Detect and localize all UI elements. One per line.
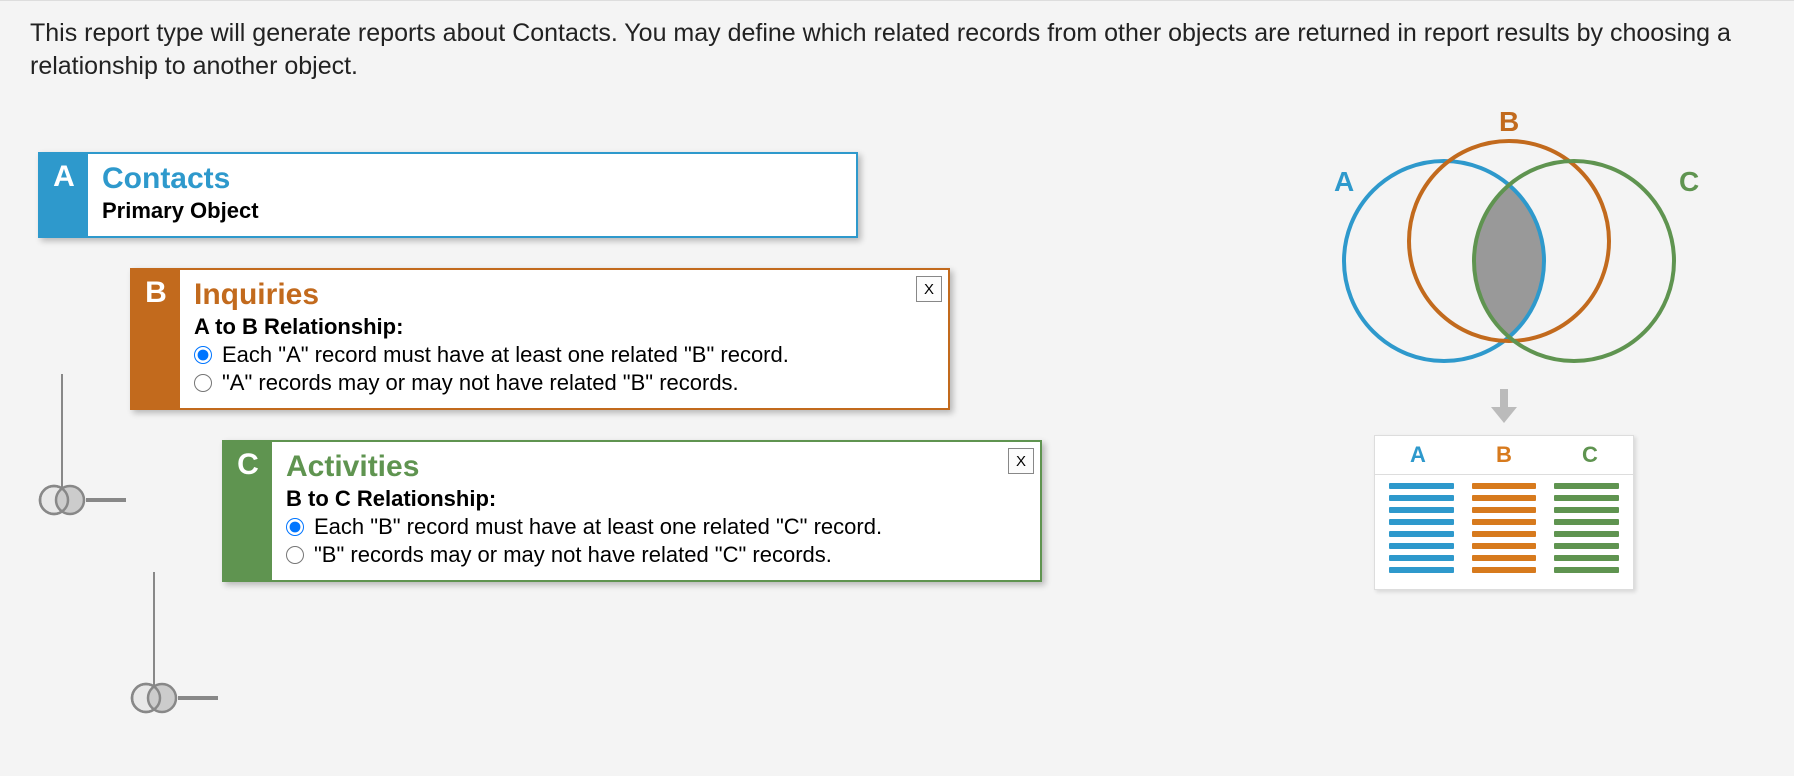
venn-diagram-icon: A B C (1294, 101, 1714, 381)
object-letter-b: B (132, 270, 180, 408)
remove-object-c-button[interactable]: X (1008, 448, 1034, 474)
radio-b-must[interactable] (194, 346, 212, 364)
object-letter-a: A (40, 154, 88, 236)
venn-label-a: A (1334, 166, 1354, 197)
intro-text: This report type will generate reports a… (0, 1, 1794, 92)
radio-c-must[interactable] (286, 518, 304, 536)
object-title-c: Activities (286, 450, 1026, 484)
join-icon (40, 486, 84, 514)
table-header-b: B (1461, 442, 1547, 468)
join-icon (132, 684, 176, 712)
arrow-down-icon (1489, 387, 1519, 427)
table-col-a (1389, 483, 1454, 579)
object-title-b: Inquiries (194, 278, 934, 312)
table-header-c: C (1547, 442, 1633, 468)
radio-b-may-label: "A" records may or may not have related … (222, 370, 739, 396)
radio-b-must-label: Each "A" record must have at least one r… (222, 342, 789, 368)
object-subtitle-a: Primary Object (102, 198, 842, 224)
table-col-c (1554, 483, 1619, 579)
venn-diagram-area: A B C A B C (1274, 101, 1734, 590)
object-card-a: A Contacts Primary Object (38, 152, 858, 238)
venn-label-b: B (1499, 106, 1519, 137)
object-card-b: B X Inquiries A to B Relationship: Each … (130, 268, 950, 410)
radio-c-may[interactable] (286, 546, 304, 564)
radio-c-must-label: Each "B" record must have at least one r… (314, 514, 882, 540)
connector-b-c (130, 572, 230, 727)
connector-a-b (38, 374, 138, 529)
remove-object-b-button[interactable]: X (916, 276, 942, 302)
relationship-b-option-must[interactable]: Each "A" record must have at least one r… (194, 342, 934, 368)
relationship-c-option-may[interactable]: "B" records may or may not have related … (286, 542, 1026, 568)
object-card-c: C X Activities B to C Relationship: Each… (222, 440, 1042, 582)
relationship-b-option-may[interactable]: "A" records may or may not have related … (194, 370, 934, 396)
radio-b-may[interactable] (194, 374, 212, 392)
report-preview-table: A B C (1374, 435, 1634, 590)
relationship-label-b: A to B Relationship: (194, 314, 934, 340)
object-letter-c: C (224, 442, 272, 580)
object-title-a: Contacts (102, 162, 842, 196)
venn-label-c: C (1679, 166, 1699, 197)
table-header-a: A (1375, 442, 1461, 468)
radio-c-may-label: "B" records may or may not have related … (314, 542, 832, 568)
relationship-c-option-must[interactable]: Each "B" record must have at least one r… (286, 514, 1026, 540)
table-col-b (1472, 483, 1537, 579)
relationship-label-c: B to C Relationship: (286, 486, 1026, 512)
